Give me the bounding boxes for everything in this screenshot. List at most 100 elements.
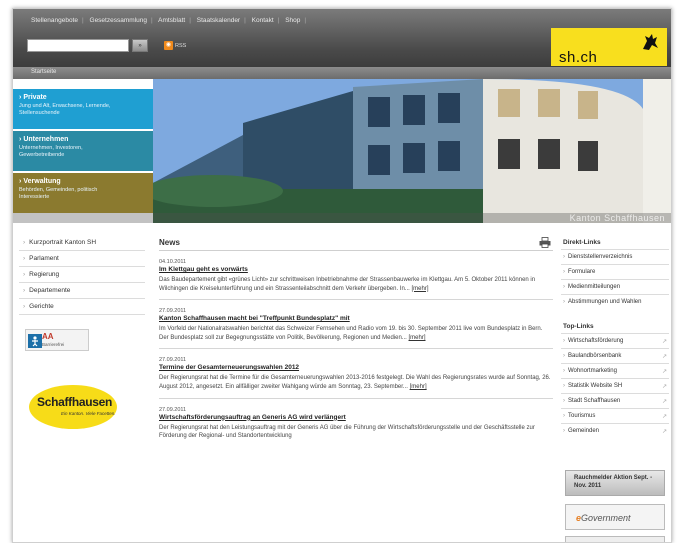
chevron-right-icon: › xyxy=(19,178,22,185)
direct-links-title: Direkt-Links xyxy=(563,239,601,246)
link-label: Stadt Schaffhausen xyxy=(568,398,621,404)
more-link[interactable]: [mehr] xyxy=(412,286,429,292)
news-teaser-text: Der Regierungsrat hat die Termine für di… xyxy=(159,375,551,390)
accessibility-badge[interactable]: AA Barrierefrei xyxy=(25,329,89,351)
leftnav-item-kurzportrait[interactable]: › Kurzportrait Kanton SH xyxy=(19,235,145,251)
tab-private-label: Private xyxy=(23,94,47,101)
top-link-statistik[interactable]: › Statistik Website SH ↗ xyxy=(561,378,669,393)
leftnav-item-label: Parlament xyxy=(29,255,59,262)
separator: | xyxy=(244,17,246,24)
rss-link[interactable]: ◉ RSS xyxy=(164,41,186,50)
chevron-right-icon: › xyxy=(563,284,565,290)
leftnav-item-gerichte[interactable]: › Gerichte xyxy=(19,299,145,315)
topnav-amtsblatt[interactable]: Amtsblatt xyxy=(158,17,185,24)
rss-label: RSS xyxy=(175,42,187,49)
rauchmelder-banner-text: Rauchmelder Aktion Sept. - Nov. 2011 xyxy=(574,475,653,489)
chevron-right-icon: › xyxy=(563,383,565,389)
chevron-right-icon: › xyxy=(563,368,565,374)
top-link-wirtschaft[interactable]: › Wirtschaftsförderung ↗ xyxy=(561,333,669,348)
top-link-gemeinden[interactable]: › Gemeinden ↗ xyxy=(561,423,669,438)
tab-unternehmen-title: › Unternehmen xyxy=(19,136,147,143)
tab-unternehmen[interactable]: › Unternehmen Unternehmen, Investoren, Ge… xyxy=(13,131,153,171)
leftnav-item-parlament[interactable]: › Parlament xyxy=(19,251,145,267)
third-banner[interactable] xyxy=(565,536,665,542)
search-input[interactable] xyxy=(27,39,129,52)
chevron-right-icon: › xyxy=(23,255,26,262)
search-row: » ◉ RSS xyxy=(27,39,186,52)
link-label: Medienmitteilungen xyxy=(568,284,621,290)
topnav-stellenangebote[interactable]: Stellenangebote xyxy=(31,17,78,24)
more-link[interactable]: [mehr] xyxy=(410,384,427,390)
news-title: News xyxy=(159,238,180,247)
news-header: News xyxy=(159,235,553,251)
leftnav-item-regierung[interactable]: › Regierung xyxy=(19,267,145,283)
separator: | xyxy=(150,17,153,24)
news-teaser: Der Regierungsrat hat die Termine für di… xyxy=(159,374,553,391)
direct-link-abstimmungen[interactable]: › Abstimmungen und Wahlen xyxy=(561,294,669,309)
direct-link-medien[interactable]: › Medienmitteilungen xyxy=(561,279,669,294)
chevron-right-icon: › xyxy=(563,413,565,419)
tab-private[interactable]: › Private Jung und Alt, Erwachsene, Lerne… xyxy=(13,89,153,129)
hero-banner: Kanton Schaffhausen › Private Jung und Al… xyxy=(13,79,671,223)
news-teaser-text: Das Baudepartement gibt «grünes Licht» z… xyxy=(159,277,536,292)
site-logo[interactable]: sh.ch xyxy=(551,28,667,66)
external-link-icon: ↗ xyxy=(661,414,667,420)
top-link-stadt[interactable]: › Stadt Schaffhausen ↗ xyxy=(561,393,669,408)
external-link-icon: ↗ xyxy=(661,369,667,375)
news-item: 27.09.2011 Kanton Schaffhausen macht bei… xyxy=(159,300,553,350)
news-item: 27.09.2011 Termine der Gesamterneuerungs… xyxy=(159,349,553,399)
chevron-right-icon: › xyxy=(563,254,565,260)
news-column: News 04.10.2011 Im Klettgau geht es vorw… xyxy=(159,235,553,447)
egovernment-logo-text: eGovernment xyxy=(576,513,631,523)
egovernment-banner[interactable]: eGovernment xyxy=(565,504,665,530)
top-link-wohnort[interactable]: › Wohnortmarketing ↗ xyxy=(561,363,669,378)
sh-logo-title: Schaffhausen xyxy=(37,395,113,409)
badge-title: AA xyxy=(42,332,54,341)
tab-verwaltung-label: Verwaltung xyxy=(23,178,61,185)
news-date: 27.09.2011 xyxy=(159,406,187,413)
top-link-tourismus[interactable]: › Tourismus ↗ xyxy=(561,408,669,423)
chevron-right-icon: › xyxy=(563,338,565,344)
schaffhausen-logo[interactable]: Schaffhausen Ein Kanton. Viele Facetten. xyxy=(29,385,117,429)
tab-verwaltung-subtitle: Behörden, Gemeinden, politisch Interessi… xyxy=(19,187,98,200)
more-link[interactable]: [mehr] xyxy=(409,335,426,341)
topnav-staatskalender[interactable]: Staatskalender xyxy=(197,17,240,24)
news-item: 27.09.2011 Wirtschaftsförderungsauftrag … xyxy=(159,399,553,447)
external-link-icon: ↗ xyxy=(661,399,667,405)
separator: | xyxy=(304,17,307,24)
tab-verwaltung[interactable]: › Verwaltung Behörden, Gemeinden, politis… xyxy=(13,173,153,213)
hero-building-photo xyxy=(153,79,671,223)
breadcrumb: Startseite xyxy=(13,67,671,79)
link-label: Abstimmungen und Wahlen xyxy=(568,299,642,305)
direct-link-formulare[interactable]: › Formulare xyxy=(561,264,669,279)
leftnav-item-label: Regierung xyxy=(29,271,60,278)
breadcrumb-home[interactable]: Startseite xyxy=(31,69,56,75)
print-icon[interactable] xyxy=(539,237,551,248)
direct-link-dienststellen[interactable]: › Dienststellenverzeichnis xyxy=(561,249,669,264)
news-headline-link[interactable]: Termine der Gesamterneuerungswahlen 2012 xyxy=(159,364,553,371)
leftnav-item-departemente[interactable]: › Departemente xyxy=(19,283,145,299)
leftnav-item-label: Kurzportrait Kanton SH xyxy=(29,239,97,246)
news-headline-link[interactable]: Im Klettgau geht es vorwärts xyxy=(159,266,553,273)
chevron-right-icon: › xyxy=(563,353,565,359)
top-link-bauland[interactable]: › Baulandbörsenbank ↗ xyxy=(561,348,669,363)
chevron-right-icon: › xyxy=(23,287,26,294)
news-teaser-text: Im Vorfeld der Nationalratswahlen berich… xyxy=(159,326,543,341)
link-label: Tourismus xyxy=(568,413,596,419)
topnav-gesetzessammlung[interactable]: Gesetzessammlung xyxy=(90,17,147,24)
search-button[interactable]: » xyxy=(132,39,148,52)
separator: | xyxy=(277,17,280,24)
tab-unternehmen-label: Unternehmen xyxy=(23,136,69,143)
tab-private-subtitle: Jung und Alt, Erwachsene, Lernende, Stel… xyxy=(19,103,111,116)
topnav-kontakt[interactable]: Kontakt xyxy=(252,17,274,24)
audience-tabs: › Private Jung und Alt, Erwachsene, Lerne… xyxy=(13,79,153,223)
rauchmelder-banner[interactable]: Rauchmelder Aktion Sept. - Nov. 2011 xyxy=(565,470,665,496)
topnav-shop[interactable]: Shop xyxy=(285,17,300,24)
chevron-right-icon: › xyxy=(19,94,22,101)
sh-logo-tagline: Ein Kanton. Viele Facetten. xyxy=(61,411,116,416)
news-headline-link[interactable]: Wirtschaftsförderungsauftrag an Generis … xyxy=(159,414,553,421)
external-link-icon: ↗ xyxy=(661,354,667,360)
news-headline-link[interactable]: Kanton Schaffhausen macht bei "Treffpunk… xyxy=(159,315,553,322)
link-label: Gemeinden xyxy=(568,428,600,434)
badge-subtitle: Barrierefrei xyxy=(42,342,65,347)
